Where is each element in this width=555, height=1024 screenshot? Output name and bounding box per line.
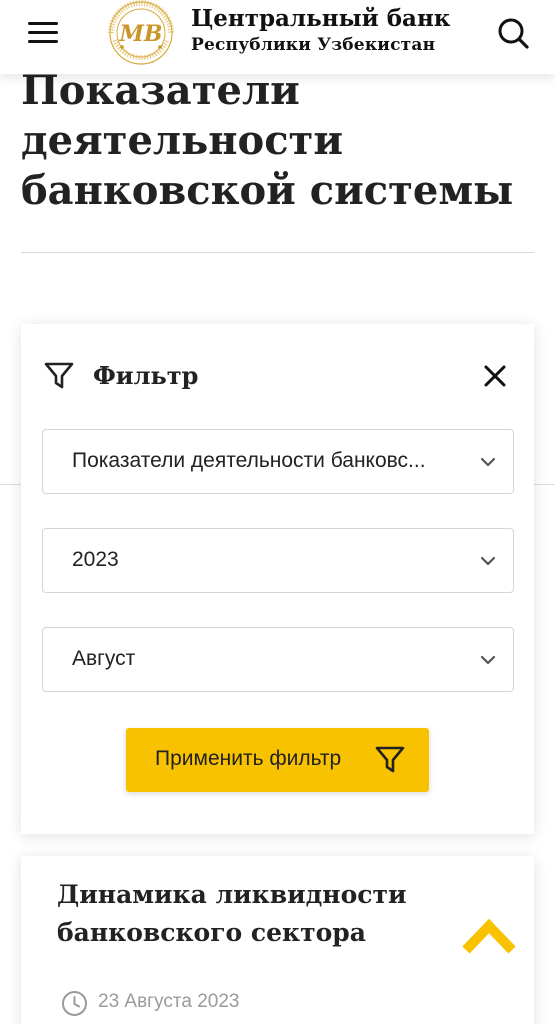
news-date-text: 23 Августа 2023 xyxy=(98,991,240,1012)
title-divider xyxy=(21,252,534,253)
search-icon[interactable] xyxy=(496,16,530,50)
apply-filter-button[interactable]: Применить фильтр xyxy=(126,728,429,792)
funnel-icon xyxy=(44,362,74,389)
filter-header: Фильтр xyxy=(21,324,534,428)
chevron-down-icon xyxy=(480,457,496,467)
svg-text:MB: MB xyxy=(119,21,163,47)
year-select[interactable]: 2023 xyxy=(42,528,514,593)
funnel-icon xyxy=(375,746,405,773)
page-title: Показатели деятельности банковской систе… xyxy=(21,67,514,214)
close-icon[interactable] xyxy=(481,362,509,390)
filter-panel: Фильтр Показатели деятельности банковс..… xyxy=(21,324,534,834)
filter-title: Фильтр xyxy=(93,361,199,390)
brand-title: Центральный банк xyxy=(191,5,451,32)
news-card[interactable]: Динамика ликвидности банковского сектора… xyxy=(21,856,534,1024)
report-select[interactable]: Показатели деятельности банковс... xyxy=(42,429,514,494)
year-select-value: 2023 xyxy=(72,548,119,571)
site-header: MB Центральный банк Республики Узбекиста… xyxy=(0,0,555,74)
apply-filter-label: Применить фильтр xyxy=(155,747,342,770)
month-select-value: Август xyxy=(72,647,136,670)
scroll-to-top-icon[interactable] xyxy=(460,916,518,958)
central-bank-logo[interactable]: MB xyxy=(107,0,175,66)
report-select-value: Показатели деятельности банковс... xyxy=(72,449,426,472)
clock-icon xyxy=(62,991,87,1016)
hamburger-menu-icon[interactable] xyxy=(28,22,58,44)
brand-subtitle: Республики Узбекистан xyxy=(191,35,436,55)
month-select[interactable]: Август xyxy=(42,627,514,692)
chevron-down-icon xyxy=(480,556,496,566)
chevron-down-icon xyxy=(480,655,496,665)
news-title[interactable]: Динамика ликвидности банковского сектора xyxy=(57,876,437,952)
